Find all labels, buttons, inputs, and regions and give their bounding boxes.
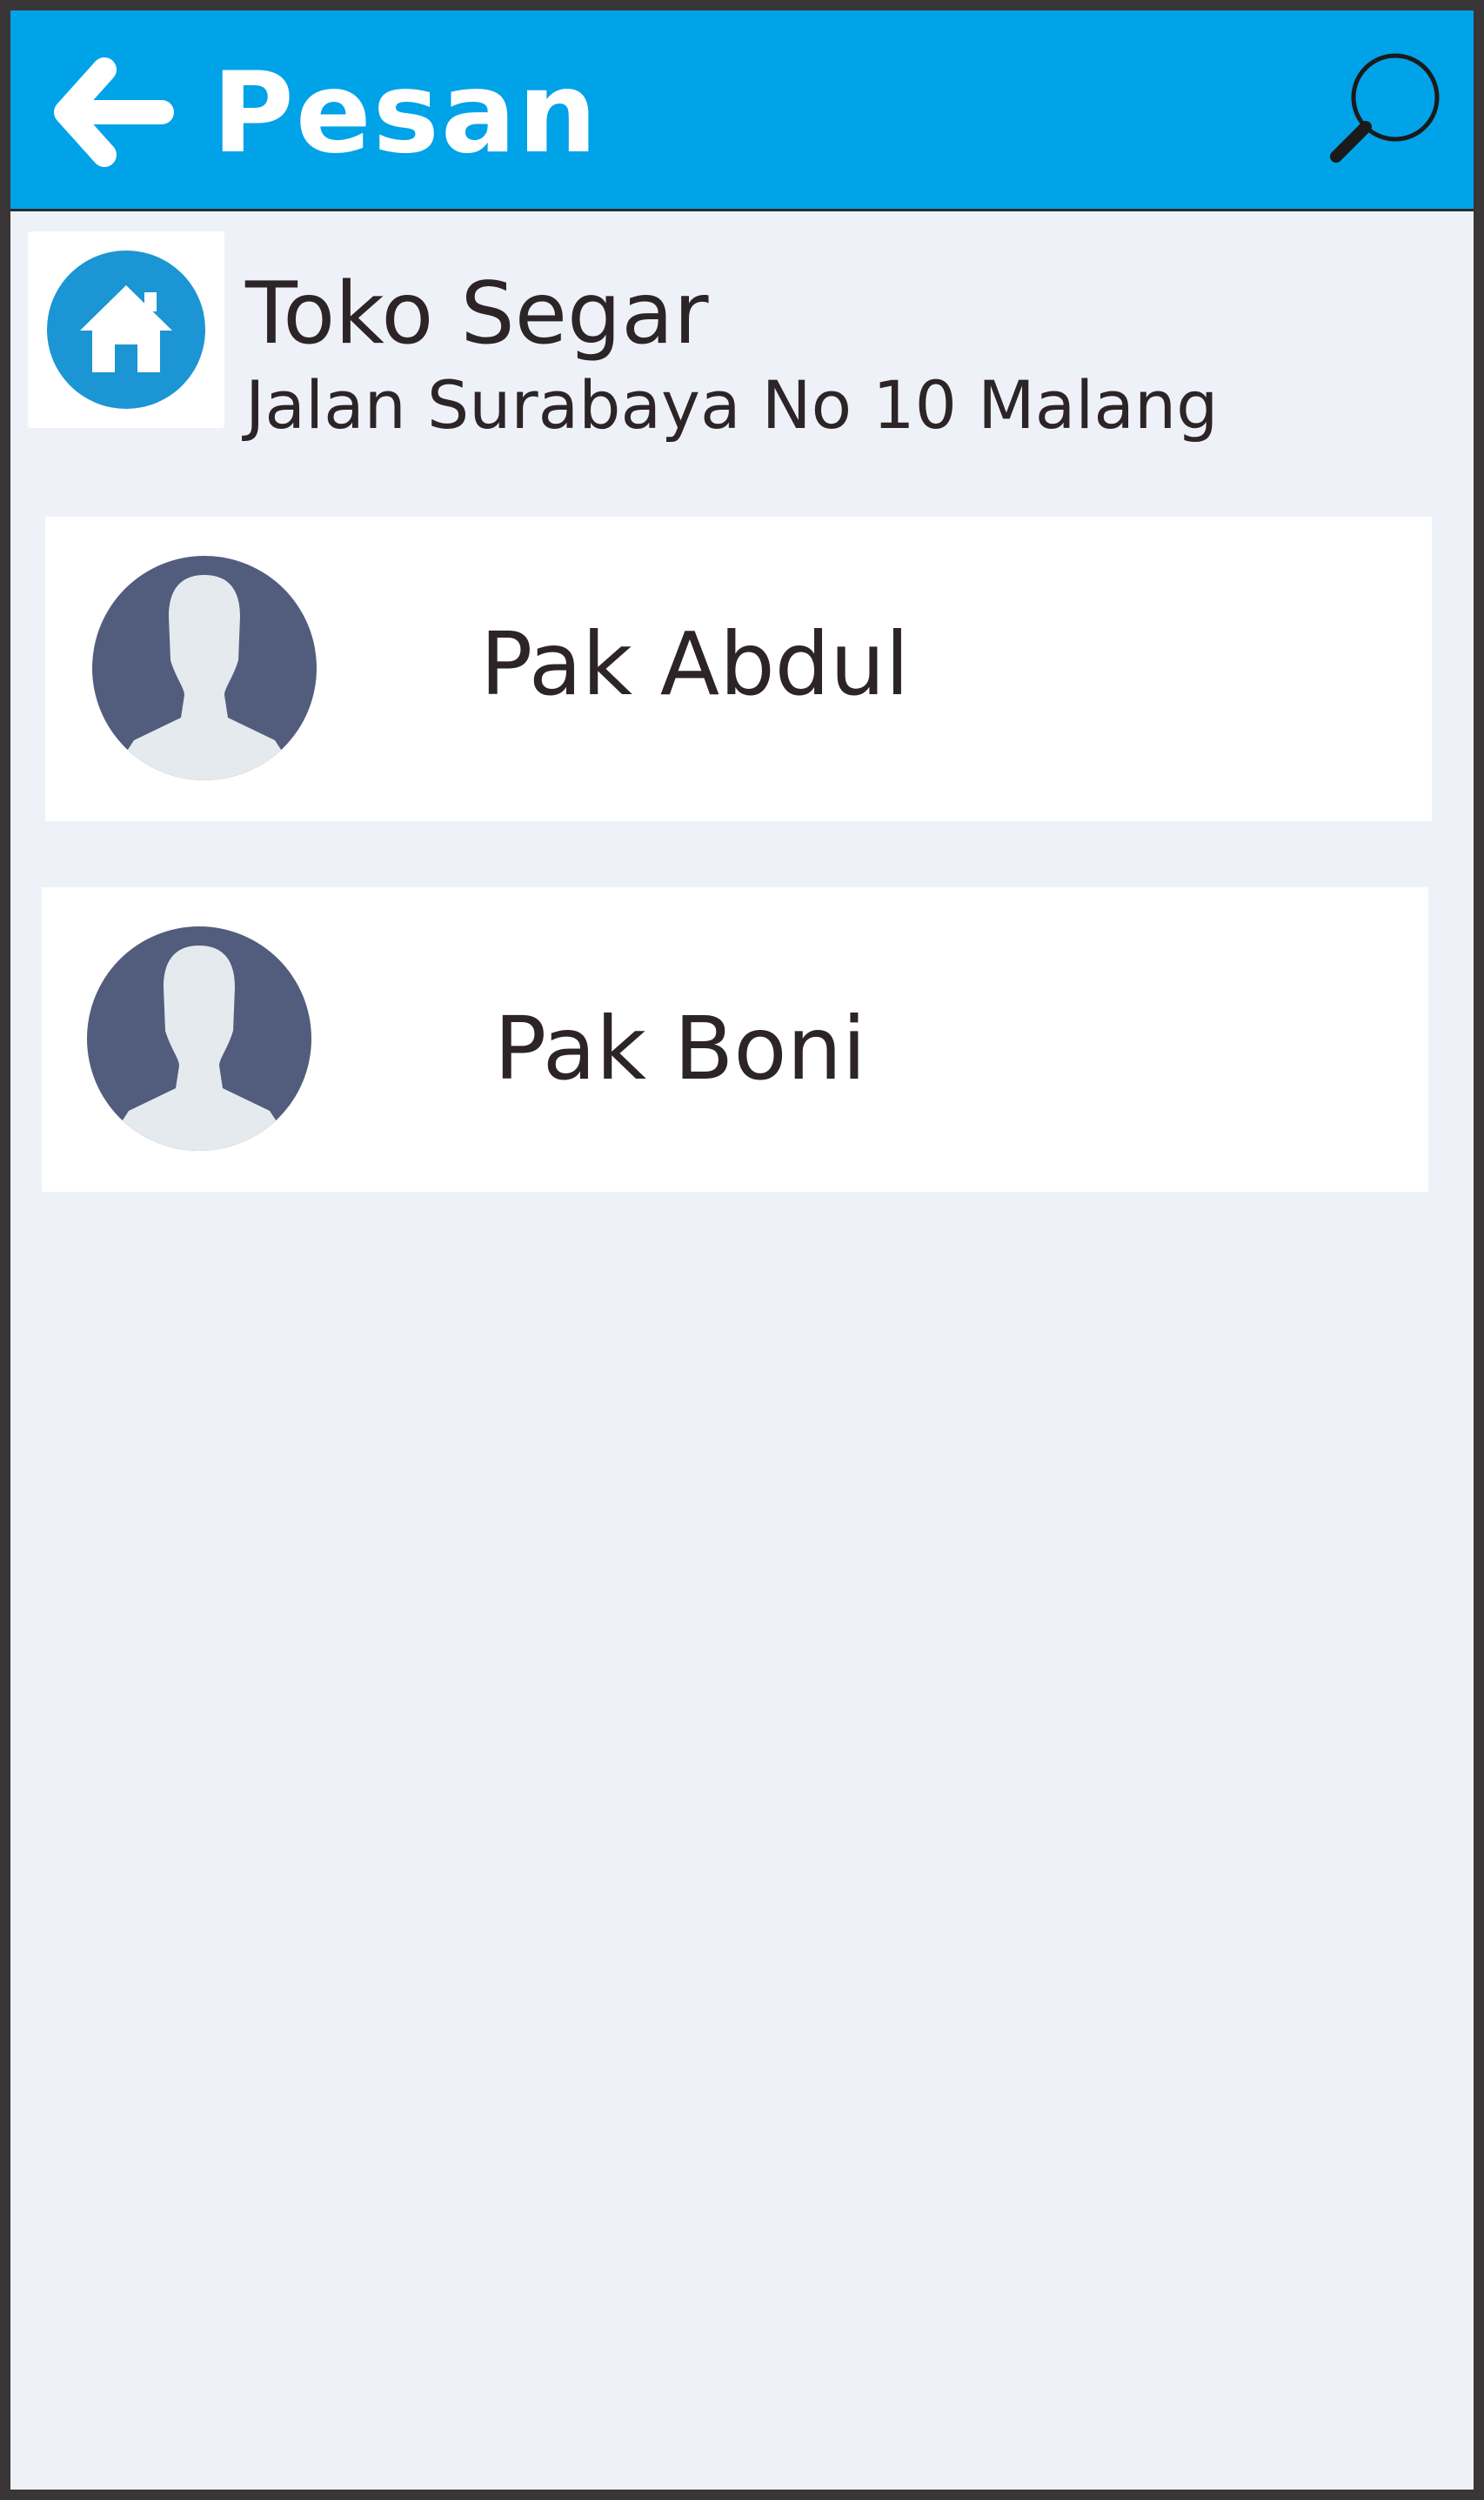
home-icon [80, 285, 172, 372]
arrow-left-icon [54, 57, 174, 167]
store-address: Jalan Surabaya No 10 Malang [245, 366, 1219, 444]
search-button[interactable] [1324, 47, 1446, 169]
user-avatar-icon [87, 926, 311, 1151]
page-title: Pesan [212, 49, 599, 178]
store-name: Toko Segar [245, 264, 709, 364]
store-icon-box [28, 231, 224, 428]
contact-item[interactable]: Pak Abdul [45, 517, 1432, 821]
contact-name: Pak Abdul [480, 613, 910, 715]
phone-screen: Pesan Toko Segar Jalan Surabaya No 10 Ma… [0, 0, 1484, 2500]
store-header: Toko Segar Jalan Surabaya No 10 Malang [28, 231, 1420, 444]
app-bar: Pesan [10, 10, 1474, 211]
search-icon [1330, 53, 1440, 163]
store-icon-circle [47, 251, 205, 409]
contact-name: Pak Boni [494, 998, 866, 1100]
contact-item[interactable]: Pak Boni [42, 887, 1428, 1192]
user-avatar-icon [92, 556, 317, 780]
back-button[interactable] [52, 56, 174, 169]
